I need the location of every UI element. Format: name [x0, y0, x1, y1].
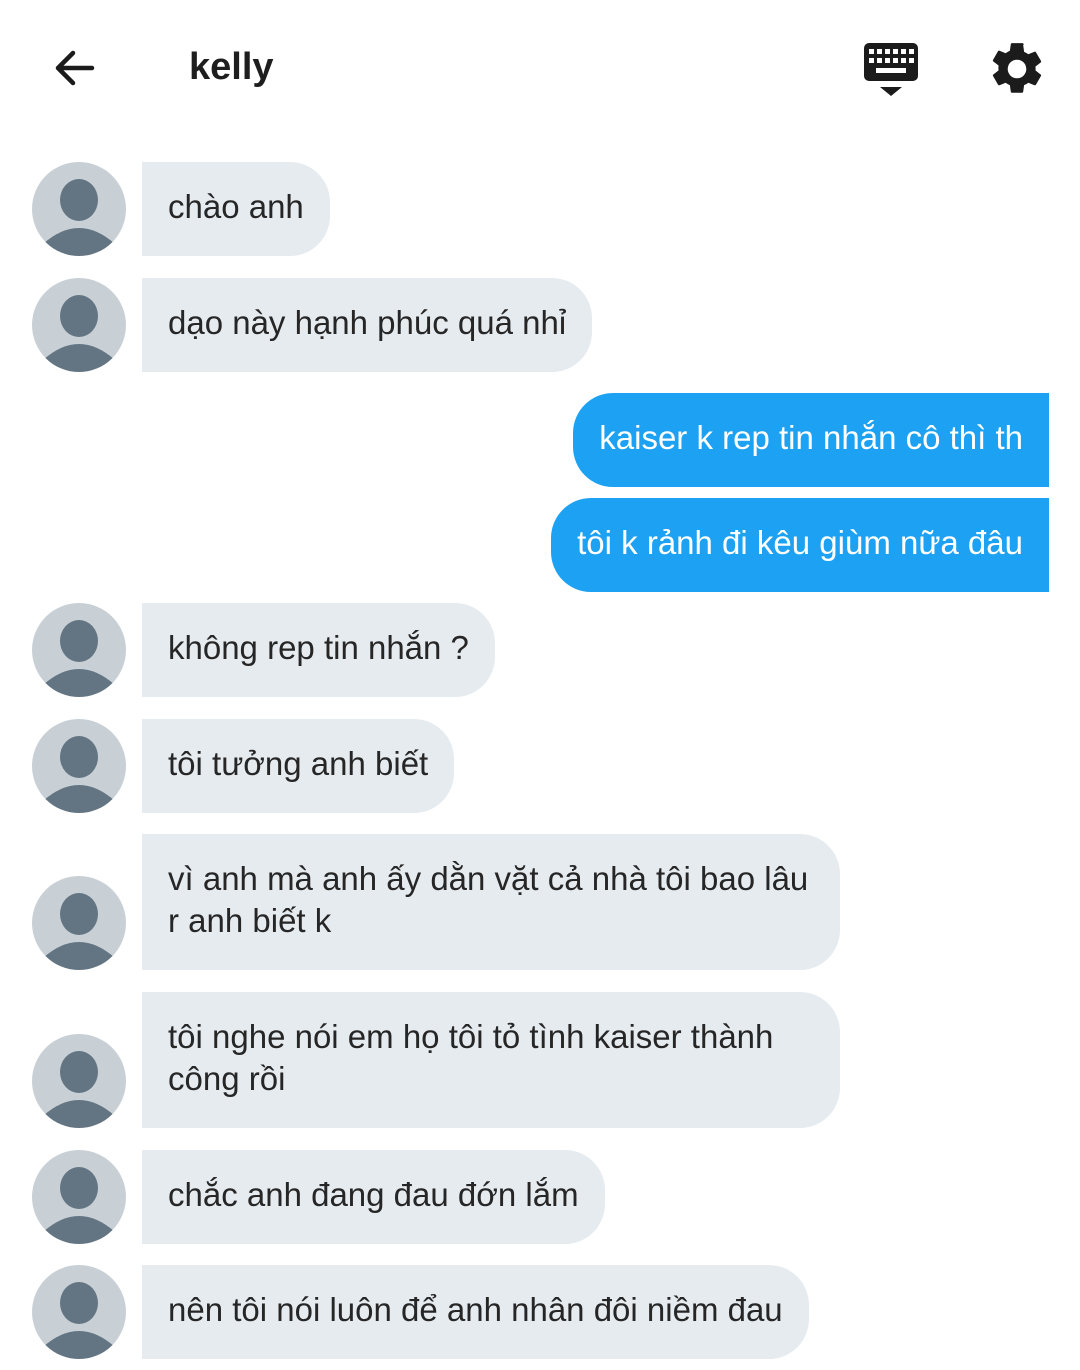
message-bubble[interactable]: chào anh — [142, 162, 330, 256]
user-placeholder-icon — [43, 620, 115, 697]
user-placeholder-icon — [43, 736, 115, 813]
message-bubble[interactable]: dạo này hạnh phúc quá nhỉ — [142, 278, 593, 372]
user-placeholder-icon — [43, 179, 115, 256]
message-bubble[interactable]: chắc anh đang đau đớn lắm — [142, 1150, 605, 1244]
message-bubble[interactable]: không rep tin nhắn ? — [142, 603, 495, 697]
message-bubble[interactable]: tôi nghe nói em họ tôi tỏ tình kaiser th… — [142, 992, 840, 1128]
avatar — [32, 603, 126, 697]
avatar — [32, 719, 126, 813]
avatar — [32, 1150, 126, 1244]
user-placeholder-icon — [43, 1282, 115, 1359]
message-bubble[interactable]: kaiser k rep tin nhắn cô thì th — [573, 393, 1049, 487]
user-placeholder-icon — [43, 893, 115, 970]
message-bubble[interactable]: nên tôi nói luôn để anh nhân đôi niềm đa… — [142, 1265, 809, 1359]
message-list[interactable]: chào anh dạo này hạnh phúc quá nhỉ kaise… — [0, 0, 1080, 1370]
avatar — [32, 1034, 126, 1128]
avatar — [32, 278, 126, 372]
user-placeholder-icon — [43, 1167, 115, 1244]
message-bubble[interactable]: tôi k rảnh đi kêu giùm nữa đâu — [551, 498, 1049, 592]
user-placeholder-icon — [43, 295, 115, 372]
avatar — [32, 876, 126, 970]
avatar — [32, 1265, 126, 1359]
user-placeholder-icon — [43, 1051, 115, 1128]
message-bubble[interactable]: tôi tưởng anh biết — [142, 719, 455, 813]
avatar — [32, 162, 126, 256]
message-bubble[interactable]: vì anh mà anh ấy dằn vặt cả nhà tôi bao … — [142, 834, 840, 970]
